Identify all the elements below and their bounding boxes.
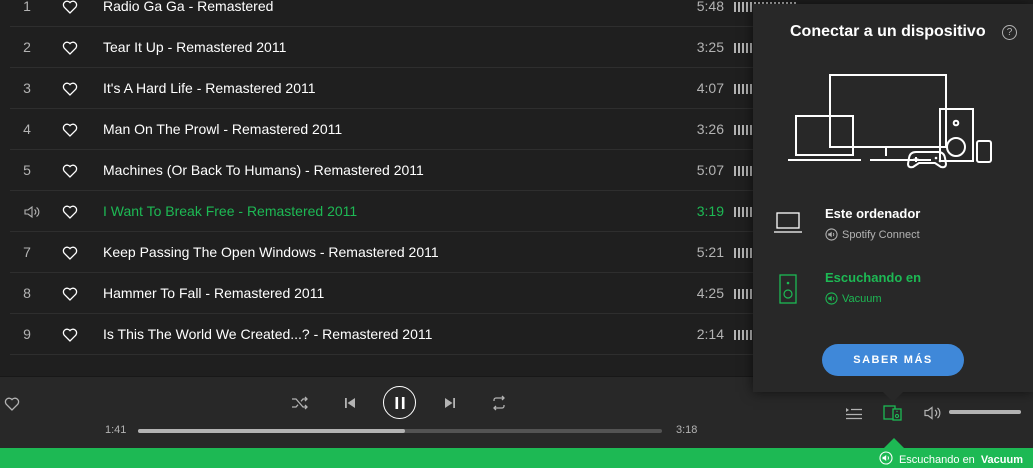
previous-icon[interactable] (343, 396, 357, 410)
devices-icon[interactable] (883, 404, 903, 422)
pause-icon (395, 396, 404, 409)
track-duration: 3:25 (696, 39, 724, 55)
heart-icon[interactable] (62, 0, 78, 15)
elapsed-time: 1:41 (105, 424, 127, 436)
device-subtitle: Spotify Connect (825, 228, 920, 241)
heart-icon[interactable] (62, 286, 78, 302)
connect-device-popup: Conectar a un dispositivo ? Este ordenad… (753, 4, 1033, 392)
track-title[interactable]: Machines (Or Back To Humans) - Remastere… (103, 150, 424, 191)
heart-icon[interactable] (62, 204, 78, 220)
help-icon[interactable]: ? (1002, 25, 1017, 40)
track-row[interactable]: 1 Radio Ga Ga - Remastered 5:48 (10, 0, 796, 27)
speaker-device-icon (779, 274, 797, 311)
heart-icon[interactable] (62, 81, 78, 97)
track-duration: 3:19 (696, 203, 724, 219)
device-subtitle: Vacuum (825, 292, 882, 305)
track-title[interactable]: Keep Passing The Open Windows - Remaster… (103, 232, 439, 273)
status-device: Vacuum (980, 453, 1023, 466)
next-icon[interactable] (443, 396, 457, 410)
shuffle-icon[interactable] (291, 395, 309, 411)
heart-icon[interactable] (62, 40, 78, 56)
repeat-icon[interactable] (491, 395, 507, 411)
volume-icon[interactable] (924, 405, 942, 421)
track-title[interactable]: Hammer To Fall - Remastered 2011 (103, 273, 324, 314)
devices-illustration (788, 74, 992, 169)
track-number: 3 (23, 80, 31, 96)
track-row[interactable]: 8 Hammer To Fall - Remastered 2011 4:25 (10, 273, 796, 314)
track-duration: 4:25 (696, 285, 724, 301)
device-subtitle-text: Spotify Connect (842, 228, 920, 241)
device-name: Este ordenador (825, 206, 921, 221)
learn-more-button[interactable]: SABER MÁS (822, 344, 964, 376)
track-number: 4 (23, 121, 31, 137)
track-row-playing[interactable]: I Want To Break Free - Remastered 2011 3… (10, 191, 796, 232)
track-number: 9 (23, 326, 31, 342)
popup-pointer (883, 392, 903, 402)
device-this-computer[interactable]: Este ordenador Spotify Connect (773, 206, 1023, 246)
device-vacuum-active[interactable]: Escuchando en Vacuum (773, 270, 1023, 310)
track-title[interactable]: It's A Hard Life - Remastered 2011 (103, 68, 316, 109)
progress-fill (138, 429, 406, 433)
volume-fill (949, 410, 1021, 414)
track-number: 5 (23, 162, 31, 178)
status-prefix: Escuchando en (898, 453, 975, 466)
track-title[interactable]: Radio Ga Ga - Remastered (103, 0, 273, 27)
heart-icon[interactable] (62, 122, 78, 138)
device-name: Escuchando en (825, 270, 922, 285)
track-title[interactable]: Tear It Up - Remastered 2011 (103, 27, 286, 68)
pause-button[interactable] (383, 386, 416, 419)
track-row[interactable]: 7 Keep Passing The Open Windows - Remast… (10, 232, 796, 273)
track-duration: 3:26 (696, 121, 724, 137)
status-notch (884, 438, 904, 448)
heart-icon[interactable] (62, 163, 78, 179)
track-title[interactable]: Is This The World We Created...? - Remas… (103, 314, 432, 355)
connect-speaker-icon (825, 228, 838, 241)
track-duration: 4:07 (696, 80, 724, 96)
track-row[interactable]: 5 Machines (Or Back To Humans) - Remaste… (10, 150, 796, 191)
progress-bar[interactable] (138, 429, 662, 433)
popup-title: Conectar a un dispositivo (790, 23, 986, 40)
track-row[interactable]: 4 Man On The Prowl - Remastered 2011 3:2… (10, 109, 796, 150)
track-number: 1 (23, 0, 31, 14)
track-title[interactable]: I Want To Break Free - Remastered 2011 (103, 191, 357, 232)
status-text: Escuchando en Vacuum (879, 451, 1023, 468)
track-duration: 5:21 (696, 244, 724, 260)
track-duration: 5:07 (696, 162, 724, 178)
now-playing-speaker-icon (24, 205, 40, 224)
total-time: 3:18 (676, 424, 698, 436)
track-number: 8 (23, 285, 31, 301)
track-row[interactable]: 3 It's A Hard Life - Remastered 2011 4:0… (10, 68, 796, 109)
volume-slider[interactable] (949, 410, 1021, 414)
track-duration: 2:14 (696, 326, 724, 342)
queue-icon[interactable] (845, 405, 863, 421)
track-duration: 5:48 (696, 0, 724, 14)
speaker-icon (879, 451, 893, 468)
connect-status-bar[interactable]: Escuchando en Vacuum (0, 448, 1033, 468)
track-row[interactable]: 9 Is This The World We Created...? - Rem… (10, 314, 796, 355)
device-subtitle-text: Vacuum (842, 292, 882, 305)
connect-speaker-icon (825, 292, 838, 305)
laptop-icon (773, 210, 803, 241)
track-number: 7 (23, 244, 31, 260)
heart-icon[interactable] (62, 327, 78, 343)
heart-icon[interactable] (62, 245, 78, 261)
save-heart-icon[interactable] (4, 396, 20, 412)
track-number: 2 (23, 39, 31, 55)
track-row[interactable]: 2 Tear It Up - Remastered 2011 3:25 (10, 27, 796, 68)
track-title[interactable]: Man On The Prowl - Remastered 2011 (103, 109, 342, 150)
